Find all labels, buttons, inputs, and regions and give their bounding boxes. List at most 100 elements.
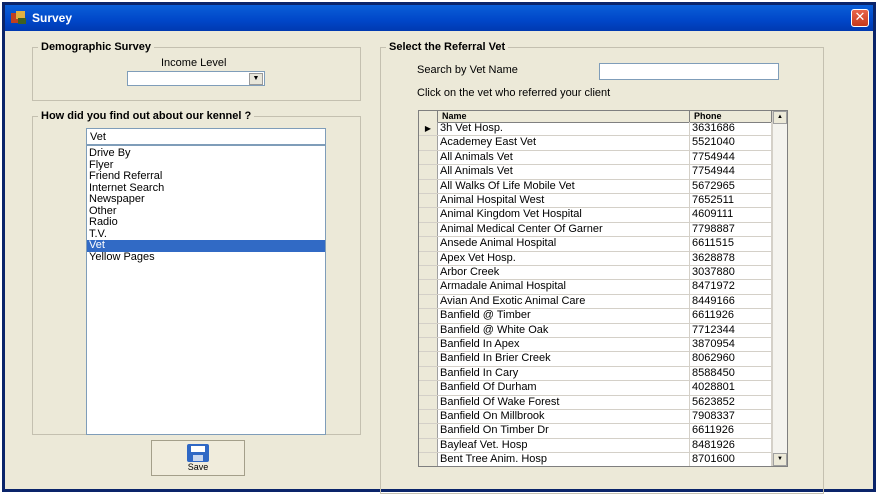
vet-phone-cell[interactable]: 8481926 bbox=[690, 438, 772, 453]
close-button[interactable]: ✕ bbox=[851, 9, 869, 27]
vet-name-cell[interactable]: Animal Hospital West bbox=[438, 194, 690, 208]
list-item[interactable]: Friend Referral bbox=[87, 170, 325, 183]
vet-phone-cell[interactable]: 7712344 bbox=[690, 323, 772, 337]
table-row[interactable]: Banfield Of Wake Forest 5623852 bbox=[419, 395, 772, 410]
row-selector[interactable] bbox=[419, 366, 438, 381]
table-row[interactable]: Banfield In Brier Creek 8062960 bbox=[419, 352, 772, 367]
row-selector[interactable] bbox=[419, 266, 438, 280]
vet-phone-cell[interactable]: 5672965 bbox=[690, 179, 772, 193]
vet-phone-cell[interactable]: 7908337 bbox=[690, 410, 772, 424]
row-selector[interactable] bbox=[419, 179, 438, 193]
vet-name-cell[interactable]: Bent Tree Anim. Hosp bbox=[438, 453, 690, 466]
list-item[interactable]: T.V. bbox=[87, 228, 325, 241]
vet-name-cell[interactable]: Banfield In Apex bbox=[438, 338, 690, 352]
table-row[interactable]: Arbor Creek 3037880 bbox=[419, 266, 772, 281]
vet-phone-cell[interactable]: 6611515 bbox=[690, 237, 772, 251]
table-row[interactable]: Banfield Of Durham 4028801 bbox=[419, 381, 772, 396]
row-selector[interactable] bbox=[419, 165, 438, 179]
row-selector[interactable] bbox=[419, 381, 438, 395]
column-header-name[interactable]: Name bbox=[438, 111, 690, 122]
vet-name-cell[interactable]: Banfield On Timber Dr bbox=[438, 424, 690, 438]
list-item[interactable]: Other bbox=[87, 205, 325, 218]
vet-phone-cell[interactable]: 7652511 bbox=[690, 194, 772, 208]
vet-name-cell[interactable]: Arbor Creek bbox=[438, 266, 690, 280]
table-row[interactable]: All Animals Vet 7754944 bbox=[419, 150, 772, 166]
table-row[interactable]: ▶ 3h Vet Hosp. 3631686 bbox=[419, 122, 772, 137]
vet-phone-cell[interactable]: 6611926 bbox=[690, 424, 772, 438]
row-selector[interactable] bbox=[419, 237, 438, 251]
vet-phone-cell[interactable]: 8588450 bbox=[690, 366, 772, 381]
vet-name-cell[interactable]: Apex Vet Hosp. bbox=[438, 251, 690, 265]
vet-phone-cell[interactable]: 3631686 bbox=[690, 122, 772, 136]
table-row[interactable]: Animal Hospital West 7652511 bbox=[419, 194, 772, 209]
vet-phone-cell[interactable]: 7754944 bbox=[690, 165, 772, 179]
vet-phone-cell[interactable]: 3037880 bbox=[690, 266, 772, 280]
vet-name-cell[interactable]: Banfield Of Wake Forest bbox=[438, 395, 690, 409]
vet-name-cell[interactable]: Banfield @ Timber bbox=[438, 309, 690, 323]
list-item[interactable]: Drive By bbox=[87, 147, 325, 160]
row-selector[interactable] bbox=[419, 323, 438, 337]
vet-phone-cell[interactable]: 3870954 bbox=[690, 338, 772, 352]
row-selector[interactable] bbox=[419, 194, 438, 208]
list-item[interactable]: Vet bbox=[87, 239, 325, 252]
vet-phone-cell[interactable]: 4609111 bbox=[690, 208, 772, 222]
vet-name-cell[interactable]: All Animals Vet bbox=[438, 150, 690, 165]
vet-name-cell[interactable]: 3h Vet Hosp. bbox=[438, 122, 690, 136]
list-item[interactable]: Radio bbox=[87, 216, 325, 229]
row-selector[interactable] bbox=[419, 208, 438, 222]
vet-name-cell[interactable]: Animal Kingdom Vet Hospital bbox=[438, 208, 690, 222]
table-row[interactable]: Avian And Exotic Animal Care 8449166 bbox=[419, 294, 772, 310]
source-text-field[interactable]: Vet bbox=[86, 128, 326, 145]
title-bar[interactable]: Survey ✕ bbox=[5, 5, 873, 31]
vet-grid[interactable]: Name Phone ▲ ▼ ▶ 3h Vet Hosp. 3631686 Acade… bbox=[418, 110, 788, 467]
vet-name-cell[interactable]: Armadale Animal Hospital bbox=[438, 280, 690, 294]
table-row[interactable]: Banfield On Millbrook 7908337 bbox=[419, 410, 772, 425]
row-selector[interactable] bbox=[419, 395, 438, 409]
row-selector[interactable] bbox=[419, 280, 438, 294]
table-row[interactable]: Ansede Animal Hospital 6611515 bbox=[419, 237, 772, 252]
row-selector[interactable] bbox=[419, 222, 438, 237]
table-row[interactable]: Animal Kingdom Vet Hospital 4609111 bbox=[419, 208, 772, 223]
row-selector[interactable] bbox=[419, 150, 438, 165]
vet-phone-cell[interactable]: 5623852 bbox=[690, 395, 772, 409]
list-item[interactable]: Yellow Pages bbox=[87, 251, 325, 264]
vet-phone-cell[interactable]: 7798887 bbox=[690, 222, 772, 237]
table-row[interactable]: Banfield On Timber Dr 6611926 bbox=[419, 424, 772, 439]
table-row[interactable]: Banfield @ White Oak 7712344 bbox=[419, 323, 772, 338]
table-row[interactable]: All Animals Vet 7754944 bbox=[419, 165, 772, 180]
vet-phone-cell[interactable]: 4028801 bbox=[690, 381, 772, 395]
scroll-up-icon[interactable]: ▲ bbox=[773, 111, 787, 124]
row-selector[interactable] bbox=[419, 251, 438, 265]
row-selector[interactable] bbox=[419, 309, 438, 323]
vet-name-cell[interactable]: All Animals Vet bbox=[438, 165, 690, 179]
vet-name-cell[interactable]: Bayleaf Vet. Hosp bbox=[438, 438, 690, 453]
table-row[interactable]: Armadale Animal Hospital 8471972 bbox=[419, 280, 772, 295]
table-row[interactable]: Apex Vet Hosp. 3628878 bbox=[419, 251, 772, 266]
table-row[interactable]: Animal Medical Center Of Garner 7798887 bbox=[419, 222, 772, 238]
scroll-down-icon[interactable]: ▼ bbox=[773, 453, 787, 466]
table-row[interactable]: Bayleaf Vet. Hosp 8481926 bbox=[419, 438, 772, 454]
vet-phone-cell[interactable]: 8471972 bbox=[690, 280, 772, 294]
table-row[interactable]: Banfield @ Timber 6611926 bbox=[419, 309, 772, 324]
table-row[interactable]: Banfield In Apex 3870954 bbox=[419, 338, 772, 353]
vet-name-cell[interactable]: All Walks Of Life Mobile Vet bbox=[438, 179, 690, 193]
search-vet-input[interactable] bbox=[599, 63, 779, 80]
vet-phone-cell[interactable]: 7754944 bbox=[690, 150, 772, 165]
column-header-phone[interactable]: Phone bbox=[690, 111, 772, 122]
vet-name-cell[interactable]: Animal Medical Center Of Garner bbox=[438, 222, 690, 237]
vet-name-cell[interactable]: Academey East Vet bbox=[438, 136, 690, 150]
vet-phone-cell[interactable]: 8062960 bbox=[690, 352, 772, 366]
row-selector[interactable] bbox=[419, 453, 438, 466]
income-level-dropdown[interactable]: ▼ bbox=[127, 71, 265, 86]
table-row[interactable]: Bent Tree Anim. Hosp 8701600 bbox=[419, 453, 772, 466]
row-selector[interactable] bbox=[419, 424, 438, 438]
table-row[interactable]: All Walks Of Life Mobile Vet 5672965 bbox=[419, 179, 772, 194]
source-listbox[interactable]: Drive By Flyer Friend Referral Internet Sea… bbox=[86, 145, 326, 435]
vet-name-cell[interactable]: Banfield Of Durham bbox=[438, 381, 690, 395]
vet-name-cell[interactable]: Banfield @ White Oak bbox=[438, 323, 690, 337]
vet-phone-cell[interactable]: 8701600 bbox=[690, 453, 772, 466]
row-selector[interactable] bbox=[419, 294, 438, 309]
vet-name-cell[interactable]: Banfield In Brier Creek bbox=[438, 352, 690, 366]
vet-phone-cell[interactable]: 8449166 bbox=[690, 294, 772, 309]
grid-scrollbar[interactable]: ▲ ▼ bbox=[772, 111, 787, 466]
